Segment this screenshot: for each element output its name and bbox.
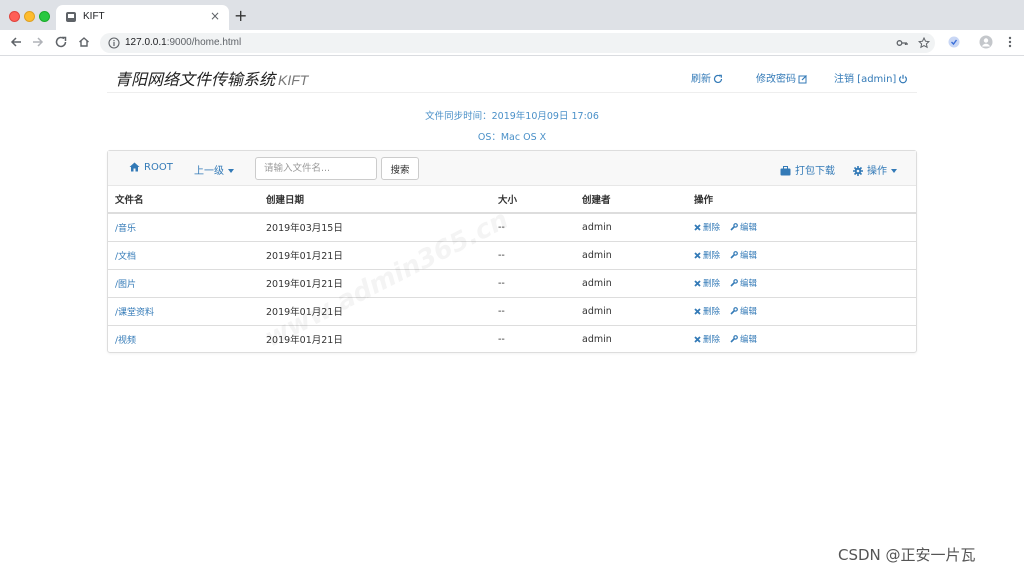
close-icon <box>694 308 701 315</box>
sync-time-text: 文件同步时间：2019年10月09日 17:06 <box>425 111 599 122</box>
column-header-size[interactable]: 大小 <box>492 186 575 214</box>
page-favicon-icon <box>66 12 76 22</box>
tab-close-icon[interactable]: × <box>210 9 220 23</box>
edit-button[interactable]: 编辑 <box>730 307 757 317</box>
chevron-down-icon <box>891 169 897 173</box>
file-panel: ROOT 上一级 搜索 打包下载 操作 文件名 创建日期 大小 创建者 操作 /… <box>107 150 917 353</box>
wrench-icon <box>730 251 738 259</box>
close-icon <box>694 224 701 231</box>
logout-link[interactable]: 注销 [admin] <box>834 70 908 85</box>
extension-icon[interactable] <box>947 35 961 49</box>
address-bar[interactable]: 127.0.0.1:9000/home.html <box>100 33 935 53</box>
delete-button[interactable]: 删除 <box>694 279 720 289</box>
change-password-link[interactable]: 修改密码 <box>756 70 808 85</box>
file-table: 文件名 创建日期 大小 创建者 操作 /音乐 2019年03月15日 -- ad… <box>108 186 916 353</box>
close-icon <box>694 280 701 287</box>
page-content: 青阳网络文件传输系统 KIFT 刷新 修改密码 注销 [admin] 文件同步时间… <box>0 57 1024 573</box>
edit-button[interactable]: 编辑 <box>730 335 757 345</box>
key-icon[interactable] <box>896 37 908 49</box>
folder-link[interactable]: /视频 <box>108 324 260 353</box>
pack-download-button[interactable]: 打包下载 <box>780 162 835 177</box>
brand-suffix: KIFT <box>278 72 309 88</box>
browser-menu-icon[interactable] <box>1003 35 1017 49</box>
file-size: -- <box>492 240 575 269</box>
back-icon[interactable] <box>9 35 23 49</box>
column-header-creator[interactable]: 创建者 <box>575 186 688 214</box>
edit-button[interactable]: 编辑 <box>730 251 757 261</box>
creator: admin <box>575 212 688 241</box>
home-icon[interactable] <box>77 35 91 49</box>
wrench-icon <box>730 307 738 315</box>
file-size: -- <box>492 268 575 297</box>
folder-link[interactable]: /图片 <box>108 268 260 297</box>
parent-folder-dropdown[interactable]: 上一级 <box>194 162 234 177</box>
brand-title[interactable]: 青阳网络文件传输系统 KIFT <box>115 66 308 90</box>
delete-button[interactable]: 删除 <box>694 251 720 261</box>
url-text[interactable]: 127.0.0.1:9000/home.html <box>125 37 241 48</box>
row-actions: 删除 编辑 <box>688 296 916 325</box>
window-zoom-button[interactable] <box>39 11 50 22</box>
window-close-button[interactable] <box>9 11 20 22</box>
column-header-name[interactable]: 文件名 <box>108 186 260 214</box>
wrench-icon <box>730 279 738 287</box>
folder-link[interactable]: /课堂资料 <box>108 296 260 325</box>
delete-button[interactable]: 删除 <box>694 307 720 317</box>
folder-link[interactable]: /文档 <box>108 240 260 269</box>
table-row: /课堂资料 2019年01月21日 -- admin 删除 编辑 <box>108 296 916 325</box>
file-size: -- <box>492 324 575 353</box>
column-header-date[interactable]: 创建日期 <box>260 186 492 214</box>
window-minimize-button[interactable] <box>24 11 35 22</box>
forward-icon[interactable] <box>31 35 45 49</box>
table-row: /文档 2019年01月21日 -- admin 删除 编辑 <box>108 240 916 269</box>
delete-button[interactable]: 删除 <box>694 335 720 345</box>
chevron-down-icon <box>228 169 234 173</box>
wrench-icon <box>730 335 738 343</box>
os-info-text: OS：Mac OS X <box>477 132 547 143</box>
csdn-credit-text: CSDN @正安一片瓦 <box>838 546 976 564</box>
table-row: /视频 2019年01月21日 -- admin 删除 编辑 <box>108 324 916 353</box>
operations-dropdown[interactable]: 操作 <box>853 162 897 177</box>
creator: admin <box>575 324 688 353</box>
gear-icon <box>853 166 863 176</box>
briefcase-icon <box>780 166 791 176</box>
browser-titlebar: KIFT × + <box>0 0 1024 30</box>
creator: admin <box>575 268 688 297</box>
refresh-icon <box>713 74 723 84</box>
creator: admin <box>575 296 688 325</box>
edit-button[interactable]: 编辑 <box>730 279 757 289</box>
search-input[interactable] <box>255 157 377 180</box>
site-info-icon[interactable] <box>108 37 120 49</box>
column-header-actions: 操作 <box>688 186 916 214</box>
profile-avatar-icon[interactable] <box>979 35 993 49</box>
home-icon <box>129 162 140 172</box>
row-actions: 删除 编辑 <box>688 240 916 269</box>
close-icon <box>694 252 701 259</box>
row-actions: 删除 编辑 <box>688 268 916 297</box>
creator: admin <box>575 240 688 269</box>
root-link[interactable]: ROOT <box>129 162 173 173</box>
close-icon <box>694 336 701 343</box>
edit-button[interactable]: 编辑 <box>730 223 757 233</box>
new-tab-button[interactable]: + <box>234 7 247 25</box>
file-size: -- <box>492 296 575 325</box>
refresh-link[interactable]: 刷新 <box>691 70 723 85</box>
delete-button[interactable]: 删除 <box>694 223 720 233</box>
row-actions: 删除 编辑 <box>688 212 916 241</box>
browser-toolbar: 127.0.0.1:9000/home.html <box>0 30 1024 56</box>
table-row: /图片 2019年01月21日 -- admin 删除 编辑 <box>108 268 916 297</box>
folder-link[interactable]: /音乐 <box>108 212 260 241</box>
reload-icon[interactable] <box>54 35 68 49</box>
row-actions: 删除 编辑 <box>688 324 916 353</box>
navbar: 青阳网络文件传输系统 KIFT 刷新 修改密码 注销 [admin] <box>107 57 917 93</box>
table-header-row: 文件名 创建日期 大小 创建者 操作 <box>108 186 916 214</box>
file-toolbar: ROOT 上一级 搜索 打包下载 操作 <box>108 151 916 186</box>
wrench-icon <box>730 223 738 231</box>
tab-title: KIFT <box>83 11 105 22</box>
bookmark-star-icon[interactable] <box>918 37 930 49</box>
edit-square-icon <box>798 75 807 84</box>
table-row: /音乐 2019年03月15日 -- admin 删除 编辑 <box>108 212 916 241</box>
browser-tab[interactable]: KIFT × <box>56 5 229 30</box>
search-button[interactable]: 搜索 <box>381 157 419 180</box>
power-icon <box>899 74 908 84</box>
